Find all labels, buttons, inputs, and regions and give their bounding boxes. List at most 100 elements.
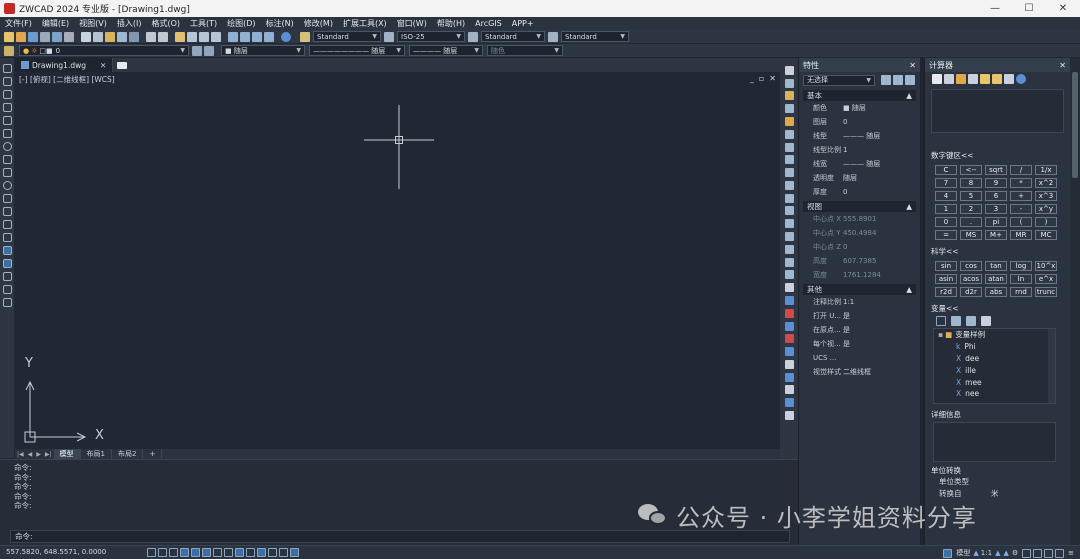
erase-icon[interactable] xyxy=(784,65,794,75)
minimize-button[interactable]: — xyxy=(978,0,1012,17)
paste-value-icon[interactable] xyxy=(956,74,966,84)
calculator-close-button[interactable]: ✕ xyxy=(1059,61,1066,70)
rectangle-icon[interactable] xyxy=(2,116,12,125)
menu-insert[interactable]: 插入(I) xyxy=(112,17,147,30)
line-icon[interactable] xyxy=(2,64,12,73)
last-layout-button[interactable]: ▶| xyxy=(43,451,54,458)
first-layout-button[interactable]: |◀ xyxy=(15,451,26,458)
break-icon[interactable] xyxy=(784,219,794,229)
unit-conversion-title[interactable]: 单位转换 xyxy=(925,466,1070,476)
numpad-section-title[interactable]: 数字键区<< xyxy=(925,151,1070,161)
sci-key[interactable]: tan xyxy=(985,261,1007,271)
sci-key[interactable]: cos xyxy=(960,261,982,271)
ortho-toggle-icon[interactable] xyxy=(180,548,189,557)
calc-key[interactable]: 0 xyxy=(935,217,957,227)
match-properties-icon[interactable] xyxy=(117,31,127,42)
section-misc[interactable]: 其他 ▲ xyxy=(803,284,916,295)
publish-icon[interactable] xyxy=(64,31,74,42)
dim-style-select[interactable]: ISO-25 ▼ xyxy=(397,31,465,42)
id-point-icon[interactable] xyxy=(784,385,794,395)
array-icon[interactable] xyxy=(784,117,794,127)
scientific-section-title[interactable]: 科学<< xyxy=(925,247,1070,257)
select-objects-icon[interactable] xyxy=(893,75,903,85)
distance-between-points-icon[interactable] xyxy=(980,74,990,84)
next-layout-button[interactable]: ▶ xyxy=(34,451,43,458)
color-select[interactable]: ■ 随层 ▼ xyxy=(221,45,305,56)
trim-icon[interactable] xyxy=(784,180,794,190)
otrack-toggle-icon[interactable] xyxy=(213,548,222,557)
construction-line-icon[interactable] xyxy=(2,77,12,86)
variables-scrollbar[interactable] xyxy=(1048,329,1055,403)
close-button[interactable]: ✕ xyxy=(1046,0,1080,17)
tab-drawing1[interactable]: Drawing1.dwg ✕ xyxy=(15,58,114,72)
list-icon[interactable] xyxy=(784,359,794,369)
transparency-toggle-icon[interactable] xyxy=(257,548,266,557)
prop-row[interactable]: 每个视... 是 xyxy=(799,337,920,351)
zoom-realtime-icon[interactable] xyxy=(187,31,197,42)
new-tab-icon[interactable] xyxy=(117,61,128,69)
tab-model[interactable]: 模型 xyxy=(53,449,81,459)
sci-key[interactable]: atan xyxy=(985,274,1007,284)
model-space-icon[interactable] xyxy=(943,548,953,558)
print-icon[interactable] xyxy=(40,31,50,42)
lock-icon[interactable] xyxy=(1022,548,1032,558)
auto-scale-icon[interactable]: ▲ xyxy=(1003,549,1008,557)
copy-icon[interactable] xyxy=(93,31,103,42)
calc-key[interactable]: C xyxy=(935,165,957,175)
calc-key[interactable]: 1 xyxy=(935,204,957,214)
calc-key[interactable]: 7 xyxy=(935,178,957,188)
explode-icon[interactable] xyxy=(784,270,794,280)
variables-section-title[interactable]: 变量<< xyxy=(925,304,1070,314)
calculator-icon[interactable] xyxy=(264,31,274,42)
get-coordinates-icon[interactable] xyxy=(968,74,978,84)
calc-key[interactable]: 4 xyxy=(935,191,957,201)
menu-view[interactable]: 视图(V) xyxy=(74,17,112,30)
new-variable-icon[interactable] xyxy=(936,316,946,326)
menu-modify[interactable]: 修改(M) xyxy=(299,17,338,30)
prop-row[interactable]: 视觉样式 二维线框 xyxy=(799,365,920,379)
ellipse-arc-icon[interactable] xyxy=(2,194,12,203)
calc-key[interactable]: / xyxy=(1010,165,1032,175)
selection-cycling-icon[interactable] xyxy=(268,548,277,557)
sci-key[interactable]: e^x xyxy=(1035,274,1057,284)
snap-toggle-icon[interactable] xyxy=(158,548,167,557)
edit-variable-icon[interactable] xyxy=(951,316,961,326)
pan-icon[interactable] xyxy=(175,31,185,42)
hatch-icon[interactable] xyxy=(2,246,12,255)
linetype-select[interactable]: ———————— 随层 ▼ xyxy=(309,45,405,56)
help-icon[interactable] xyxy=(281,31,291,42)
hardware-acceleration-icon[interactable] xyxy=(1033,548,1043,558)
point-icon[interactable] xyxy=(2,233,12,242)
prop-row[interactable]: 图层 0 xyxy=(799,115,920,129)
previous-layout-button[interactable]: ◀ xyxy=(26,451,35,458)
scale-icon[interactable] xyxy=(784,155,794,165)
variable-item[interactable]: k Phi xyxy=(934,341,1055,353)
calc-key[interactable]: x^2 xyxy=(1035,178,1057,188)
table-style-select[interactable]: Standard ▼ xyxy=(481,31,545,42)
calc-key[interactable]: MR xyxy=(1010,230,1032,240)
calc-key[interactable]: 9 xyxy=(985,178,1007,188)
spline-icon[interactable] xyxy=(2,168,12,177)
save-icon[interactable] xyxy=(28,31,38,42)
tool-palettes-icon[interactable] xyxy=(252,31,262,42)
menu-tools[interactable]: 工具(T) xyxy=(185,17,222,30)
area-icon[interactable] xyxy=(784,372,794,382)
ungroup-icon[interactable] xyxy=(784,334,794,344)
calculator-help-icon[interactable] xyxy=(1016,74,1026,84)
isolate-objects-icon[interactable] xyxy=(1044,548,1054,558)
circle-icon[interactable] xyxy=(2,142,12,151)
menu-edit[interactable]: 编辑(E) xyxy=(37,17,74,30)
join-icon[interactable] xyxy=(784,232,794,242)
dyn-toggle-icon[interactable] xyxy=(235,548,244,557)
sci-key[interactable]: 10^x xyxy=(1035,261,1057,271)
quick-select-panel-icon[interactable] xyxy=(905,75,915,85)
variable-item[interactable]: Xdee xyxy=(934,353,1055,365)
calc-key[interactable]: * xyxy=(1010,178,1032,188)
table-icon[interactable] xyxy=(2,285,12,294)
draw-order-icon[interactable] xyxy=(784,308,794,318)
polar-toggle-icon[interactable] xyxy=(191,548,200,557)
quick-properties-icon[interactable] xyxy=(279,548,288,557)
menu-window[interactable]: 窗口(W) xyxy=(392,17,432,30)
variable-item[interactable]: Xmee xyxy=(934,377,1055,389)
menu-app-plus[interactable]: APP+ xyxy=(507,17,539,30)
